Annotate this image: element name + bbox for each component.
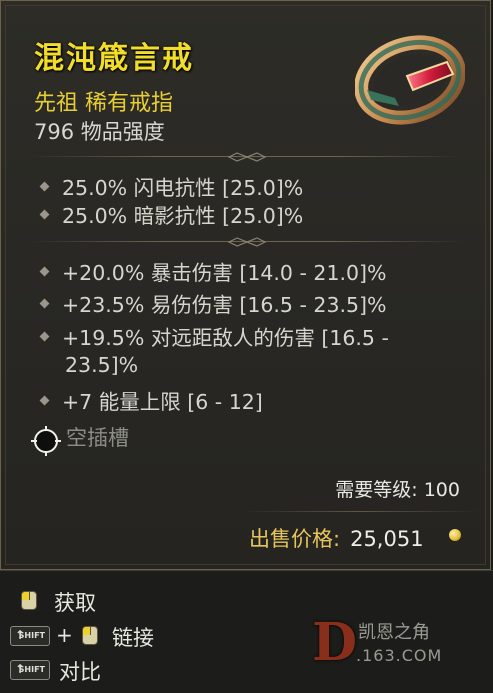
shift-key-icon: ↑ SHIFT xyxy=(10,626,50,646)
plus-sign: + xyxy=(56,623,73,647)
link-action[interactable]: 链接 xyxy=(112,622,154,652)
item-tooltip: 混沌箴言戒 先祖 稀有戒指 796 物品强度 25.0% 闪电抗性 [25.0]… xyxy=(0,0,491,570)
watermark-site: .163.COM xyxy=(356,646,443,665)
ring-icon xyxy=(355,35,465,125)
affix: +7 能量上限 [6 - 12] xyxy=(39,388,263,415)
implicit-stat: 25.0% 闪电抗性 [25.0]% xyxy=(39,174,303,201)
gold-coin-icon xyxy=(449,529,461,541)
affix: +19.5% 对远距敌人的伤害 [16.5 - xyxy=(39,324,389,351)
affix: +23.5% 易伤伤害 [16.5 - 23.5]% xyxy=(39,291,387,318)
left-mouse-icon xyxy=(82,626,98,645)
item-name: 混沌箴言戒 xyxy=(34,41,194,76)
required-level: 需要等级: 100 xyxy=(335,479,460,501)
left-mouse-icon xyxy=(21,591,37,610)
item-rarity: 先祖 稀有戒指 xyxy=(34,91,173,116)
affix-wrap: 23.5]% xyxy=(65,353,139,377)
socket-label: 空插槽 xyxy=(66,426,129,450)
acquire-action[interactable]: 获取 xyxy=(54,587,96,617)
shift-key-icon: ↑ SHIFT xyxy=(10,660,50,680)
item-power: 796 物品强度 xyxy=(34,120,165,144)
affix: +20.0% 暴击伤害 [14.0 - 21.0]% xyxy=(39,259,387,286)
empty-socket-icon xyxy=(31,426,61,456)
divider xyxy=(31,149,463,165)
watermark-name: 凯恩之角 xyxy=(358,622,430,643)
watermark-letter: D xyxy=(312,612,358,673)
watermark-logo: D 凯恩之角 .163.COM xyxy=(312,612,482,682)
implicit-stat: 25.0% 暗影抗性 [25.0]% xyxy=(39,202,303,229)
sell-value: 25,051 xyxy=(350,527,424,551)
divider xyxy=(241,511,481,512)
sell-price: 出售价格: 25,051 xyxy=(249,523,424,553)
sell-label: 出售价格: xyxy=(249,527,341,551)
divider xyxy=(31,234,463,250)
compare-action[interactable]: 对比 xyxy=(59,656,101,686)
